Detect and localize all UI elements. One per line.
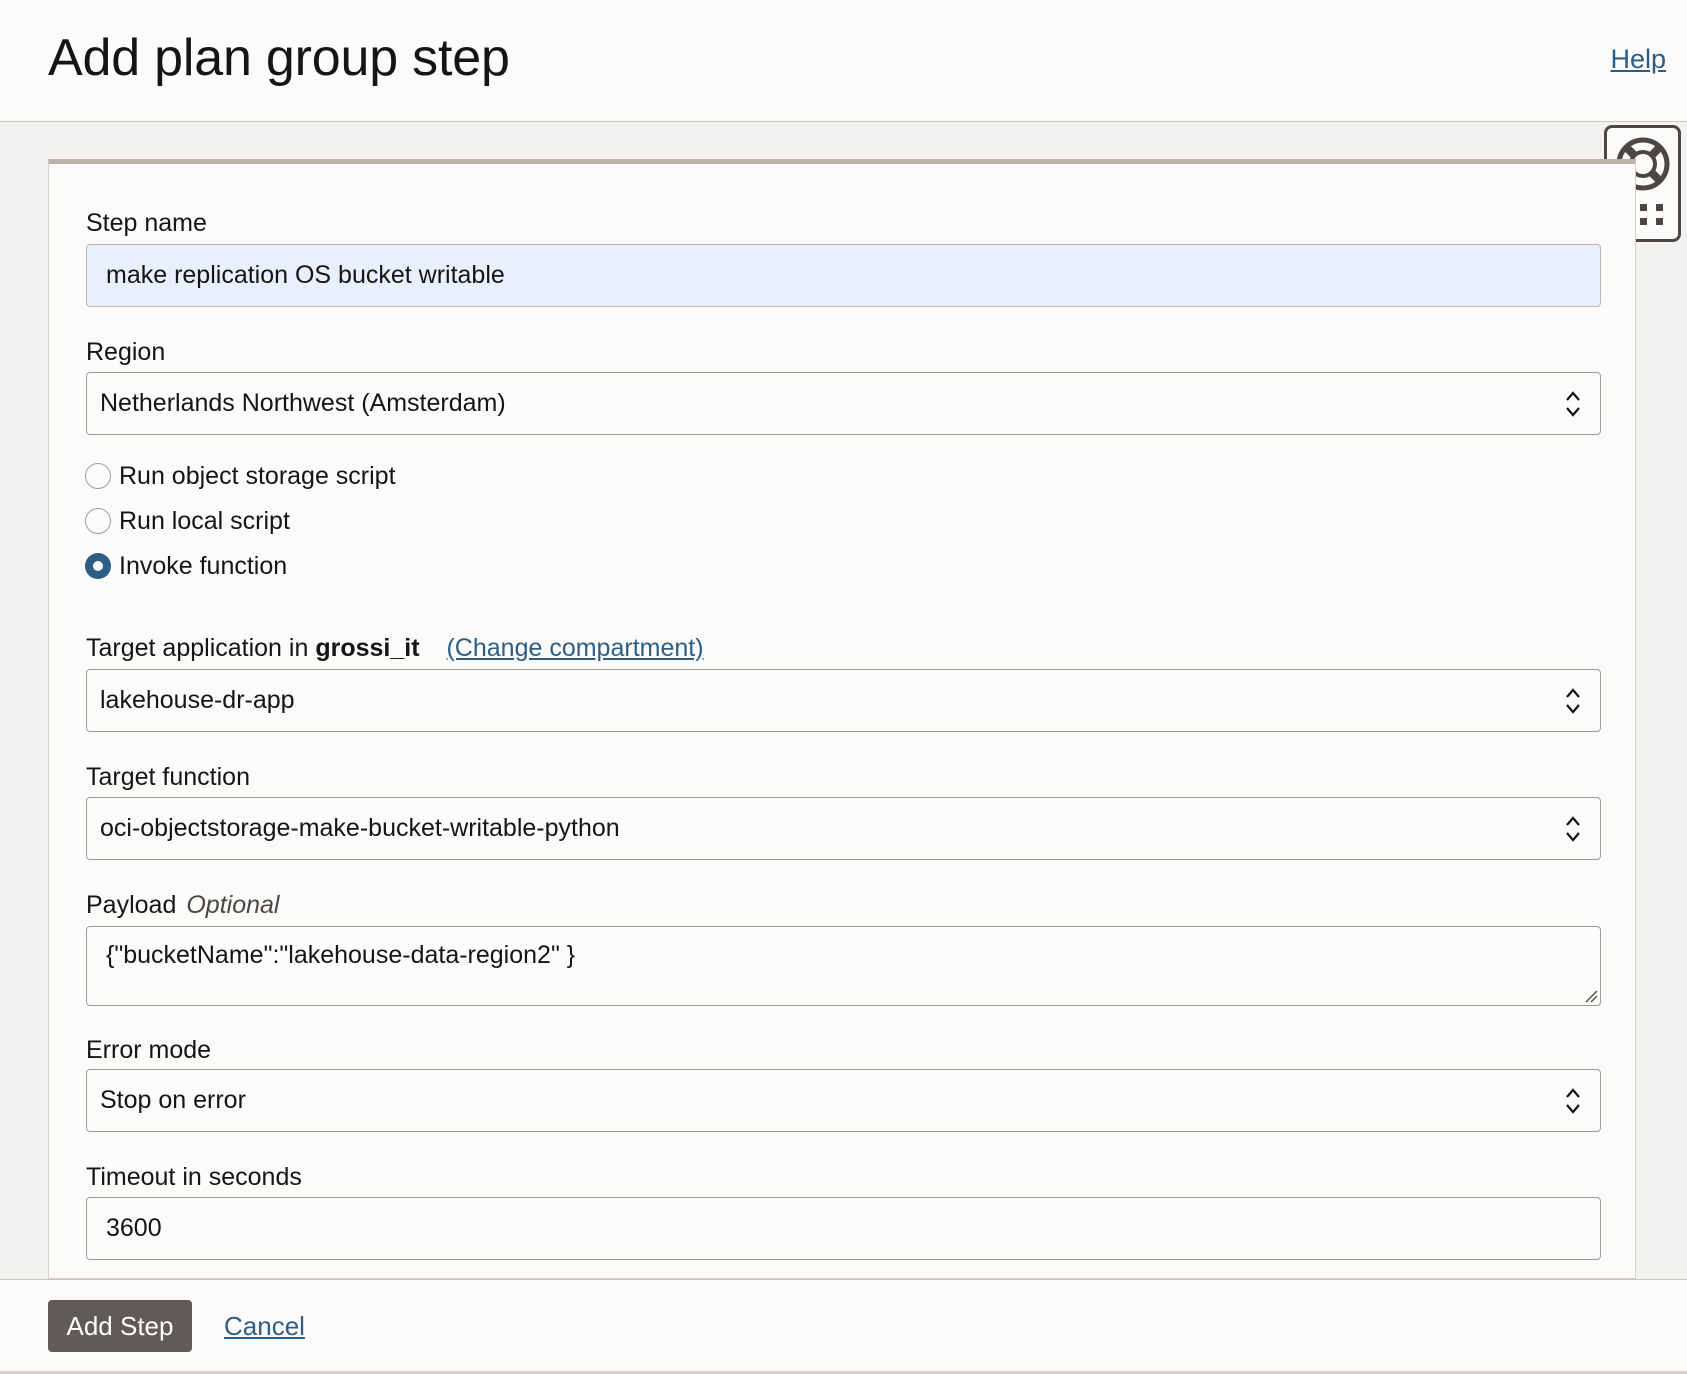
footer-bar: Add Step Cancel [0,1279,1687,1374]
region-label: Region [86,338,166,366]
target-function-select[interactable]: oci-objectstorage-make-bucket-writable-p… [86,797,1601,860]
add-step-button[interactable]: Add Step [48,1300,192,1352]
radio-run-object-storage-script[interactable]: Run object storage script [85,461,396,491]
payload-value: {"bucketName":"lakehouse-data-region2" } [106,941,576,969]
select-arrows-icon [1566,390,1580,417]
radio-label: Run local script [119,506,290,535]
radio-invoke-function[interactable]: Invoke function [85,551,287,581]
target-application-select[interactable]: lakehouse-dr-app [86,669,1601,732]
target-application-label-prefix: Target application in [86,634,309,662]
timeout-label: Timeout in seconds [86,1163,302,1191]
payload-label: Payload Optional [86,891,279,920]
error-mode-select[interactable]: Stop on error [86,1069,1601,1132]
radio-label: Invoke function [119,551,288,580]
target-application-label: Target application in grossi_it (Change … [86,634,704,663]
error-mode-label: Error mode [86,1036,212,1064]
step-name-value: make replication OS bucket writable [106,261,505,289]
region-select[interactable]: Netherlands Northwest (Amsterdam) [86,372,1601,435]
target-application-value: lakehouse-dr-app [100,686,295,714]
target-function-value: oci-objectstorage-make-bucket-writable-p… [100,814,620,842]
change-compartment-link[interactable]: (Change compartment) [446,634,703,662]
select-arrows-icon [1566,687,1580,714]
select-arrows-icon [1566,815,1580,842]
radio-button[interactable] [85,463,111,489]
error-mode-value: Stop on error [100,1086,246,1114]
payload-textarea[interactable]: {"bucketName":"lakehouse-data-region2" } [86,926,1601,1006]
step-name-label: Step name [86,209,207,237]
help-link[interactable]: Help [1610,44,1666,75]
payload-label-text: Payload [86,891,177,919]
target-function-label: Target function [86,763,250,791]
cancel-link[interactable]: Cancel [224,1311,305,1342]
page-header: Add plan group step Help [0,0,1687,122]
radio-label: Run object storage script [119,461,396,490]
radio-run-local-script[interactable]: Run local script [85,506,290,536]
step-name-input[interactable]: make replication OS bucket writable [86,244,1601,307]
optional-tag: Optional [186,891,280,919]
timeout-value: 3600 [106,1214,162,1242]
step-form-panel: Step name make replication OS bucket wri… [48,159,1636,1279]
radio-button[interactable] [85,553,111,579]
select-arrows-icon [1566,1087,1580,1114]
compartment-name: grossi_it [315,634,420,662]
timeout-input[interactable]: 3600 [86,1197,1601,1260]
region-value: Netherlands Northwest (Amsterdam) [100,389,506,417]
radio-button[interactable] [85,508,111,534]
page-title: Add plan group step [48,29,510,87]
resize-grip-icon[interactable] [1584,989,1598,1003]
